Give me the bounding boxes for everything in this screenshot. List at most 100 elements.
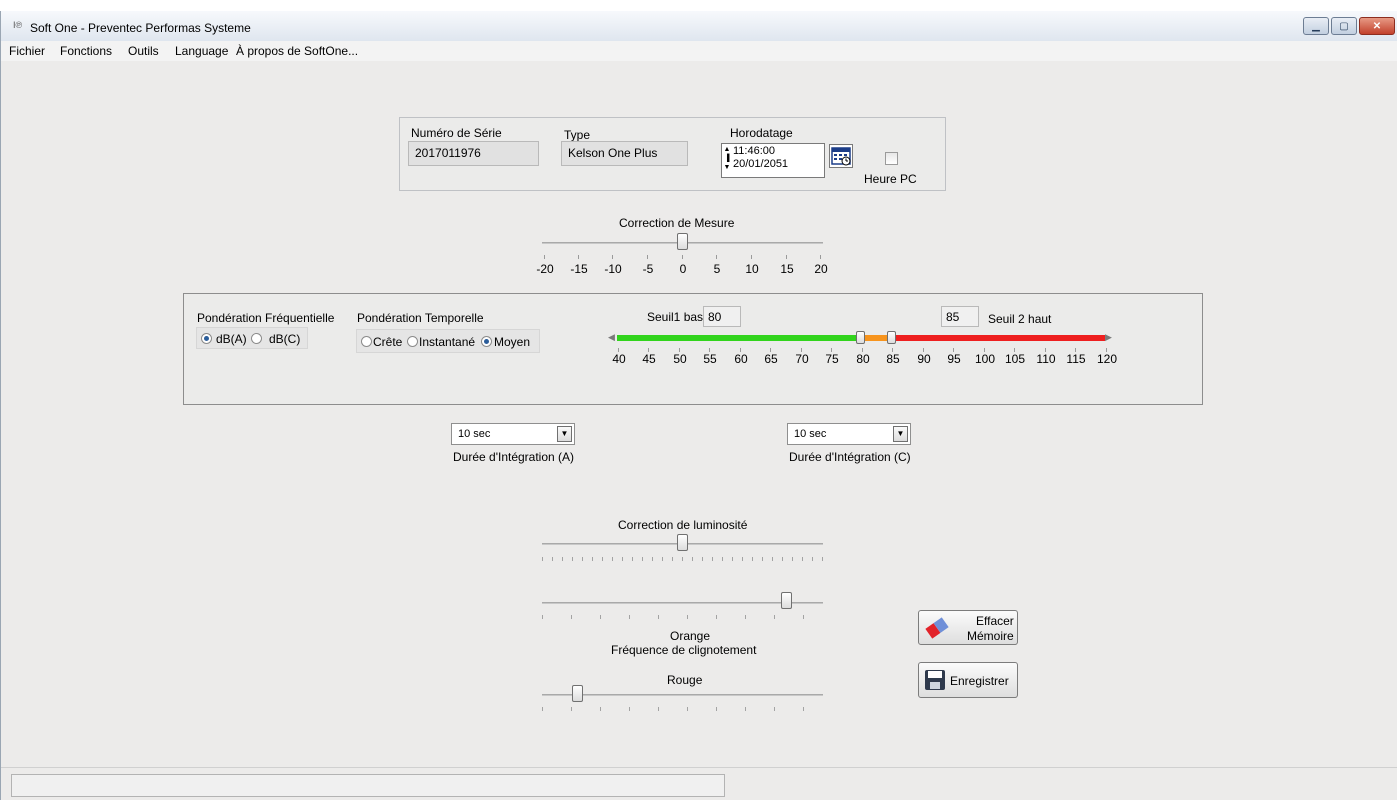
tick-label: 15 <box>780 262 794 276</box>
radio-dba-label[interactable]: dB(A) <box>216 332 247 346</box>
radio-dbc[interactable] <box>251 333 262 344</box>
tick-label: -20 <box>536 262 554 276</box>
tick-label: -5 <box>642 262 654 276</box>
low-threshold-field[interactable]: 80 <box>703 306 741 327</box>
brightness-label: Correction de luminosité <box>618 518 748 532</box>
integration-a-label: Durée d'Intégration (A) <box>453 450 575 464</box>
orange-label: Orange <box>670 629 711 643</box>
radio-instantane-label[interactable]: Instantané <box>419 335 475 349</box>
scale-tick <box>578 255 579 259</box>
green-zone <box>617 335 862 341</box>
tick-label: 70 <box>795 352 809 366</box>
low-threshold-thumb[interactable] <box>856 331 865 344</box>
spin-arrows-icon[interactable]: ▲ ▐ ▼ <box>723 145 731 177</box>
high-threshold-label: Seuil 2 haut <box>988 312 1052 326</box>
scale-tick <box>751 255 752 259</box>
serial-field: 2017011976 <box>408 141 539 166</box>
status-field <box>11 774 725 797</box>
tick-label: 10 <box>745 262 759 276</box>
radio-dba[interactable] <box>201 333 212 344</box>
radio-crete-label[interactable]: Crête <box>373 335 402 349</box>
time-value: 11:46:00 <box>733 145 776 157</box>
device-info-group: Numéro de Série 2017011976 Type Kelson O… <box>399 117 946 191</box>
app-icon: I℗ <box>13 20 23 30</box>
pc-time-label: Heure PC <box>864 172 917 186</box>
type-field: Kelson One Plus <box>561 141 688 166</box>
low-threshold-label: Seuil1 bas <box>647 310 704 324</box>
content-panel: Numéro de Série 2017011976 Type Kelson O… <box>8 61 1397 767</box>
menu-language[interactable]: Language <box>175 44 228 58</box>
red-zone <box>892 335 1105 341</box>
menu-fonctions[interactable]: Fonctions <box>60 44 112 58</box>
red-blink-ticks <box>542 707 823 711</box>
erase-memory-button[interactable]: Effacer Mémoire <box>918 610 1018 645</box>
maximize-icon: ▢ <box>1339 20 1349 32</box>
tick-label: 110 <box>1036 352 1056 366</box>
tick-label: 55 <box>703 352 717 366</box>
tick-label: 100 <box>974 352 996 366</box>
slider-left-arrow-icon: ◀ <box>608 332 615 342</box>
radio-moyen-label[interactable]: Moyen <box>494 335 530 349</box>
integration-c-value: 10 sec <box>794 428 827 440</box>
close-icon: ✕ <box>1372 20 1382 32</box>
radio-moyen[interactable] <box>481 336 492 347</box>
save-button[interactable]: Enregistrer <box>918 662 1018 698</box>
erase-line2: Mémoire <box>967 629 1014 643</box>
tick-label: 5 <box>713 262 721 276</box>
weighting-group: Pondération Fréquentielle dB(A) dB(C) Po… <box>183 293 1203 405</box>
threshold-scale: 40 45 50 55 60 65 70 75 80 85 90 95 100 … <box>612 348 1117 372</box>
menu-fichier[interactable]: Fichier <box>9 44 45 58</box>
integration-a-select[interactable]: 10 sec ▼ <box>451 423 575 445</box>
calendar-button[interactable] <box>829 144 853 168</box>
tick-label: 105 <box>1004 352 1026 366</box>
threshold-slider[interactable]: ◀ ▶ <box>608 331 1118 345</box>
date-value: 20/01/2051 <box>733 158 789 170</box>
minimize-icon: ▁ <box>1312 20 1320 32</box>
radio-dbc-label[interactable]: dB(C) <box>269 332 300 346</box>
pc-time-checkbox[interactable] <box>885 152 898 165</box>
red-label: Rouge <box>667 673 703 687</box>
orange-blink-thumb[interactable] <box>781 592 792 609</box>
serial-label: Numéro de Série <box>411 126 502 140</box>
red-blink-thumb[interactable] <box>572 685 583 702</box>
main-window: I℗ Soft One - Preventec Performas System… <box>0 11 1397 800</box>
chevron-down-icon: ▼ <box>896 429 905 438</box>
tick-label: 0 <box>679 262 687 276</box>
status-bar <box>1 767 1397 800</box>
tick-label: 80 <box>856 352 870 366</box>
freq-weighting-radios: dB(A) dB(C) <box>196 327 308 349</box>
radio-crete[interactable] <box>361 336 372 347</box>
scale-tick <box>820 255 821 259</box>
integration-a-dropdown-button[interactable]: ▼ <box>557 426 572 442</box>
timestamp-label: Horodatage <box>730 126 793 140</box>
timestamp-spinbox[interactable]: ▲ ▐ ▼ 11:46:00 20/01/2051 <box>721 143 825 178</box>
maximize-button[interactable]: ▢ <box>1331 17 1357 35</box>
measure-correction-label: Correction de Mesure <box>619 216 735 230</box>
integration-c-select[interactable]: 10 sec ▼ <box>787 423 911 445</box>
scale-tick <box>612 255 613 259</box>
close-button[interactable]: ✕ <box>1359 17 1395 35</box>
tick-label: 45 <box>642 352 656 366</box>
menu-about[interactable]: À propos de SoftOne... <box>236 44 358 58</box>
freq-weighting-label: Pondération Fréquentielle <box>197 311 335 325</box>
tick-label: 115 <box>1066 352 1086 366</box>
measure-correction-scale: -20 -15 -10 -5 0 5 10 15 20 <box>536 255 828 285</box>
menu-outils[interactable]: Outils <box>128 44 159 58</box>
measure-correction-thumb[interactable] <box>677 233 688 250</box>
scale-tick <box>786 255 787 259</box>
high-threshold-field[interactable]: 85 <box>941 306 979 327</box>
orange-blink-ticks <box>542 615 823 619</box>
eraser-icon <box>925 617 949 639</box>
window-title: Soft One - Preventec Performas Systeme <box>30 21 251 35</box>
blink-frequency-label: Fréquence de clignotement <box>611 643 757 657</box>
high-threshold-thumb[interactable] <box>887 331 896 344</box>
red-blink-track[interactable] <box>542 694 823 696</box>
brightness-thumb[interactable] <box>677 534 688 551</box>
tick-label: 60 <box>734 352 748 366</box>
title-bar: I℗ Soft One - Preventec Performas System… <box>1 11 1397 41</box>
floppy-disk-icon <box>925 670 945 690</box>
minimize-button[interactable]: ▁ <box>1303 17 1329 35</box>
tick-label: 50 <box>673 352 687 366</box>
integration-c-dropdown-button[interactable]: ▼ <box>893 426 908 442</box>
radio-instantane[interactable] <box>407 336 418 347</box>
